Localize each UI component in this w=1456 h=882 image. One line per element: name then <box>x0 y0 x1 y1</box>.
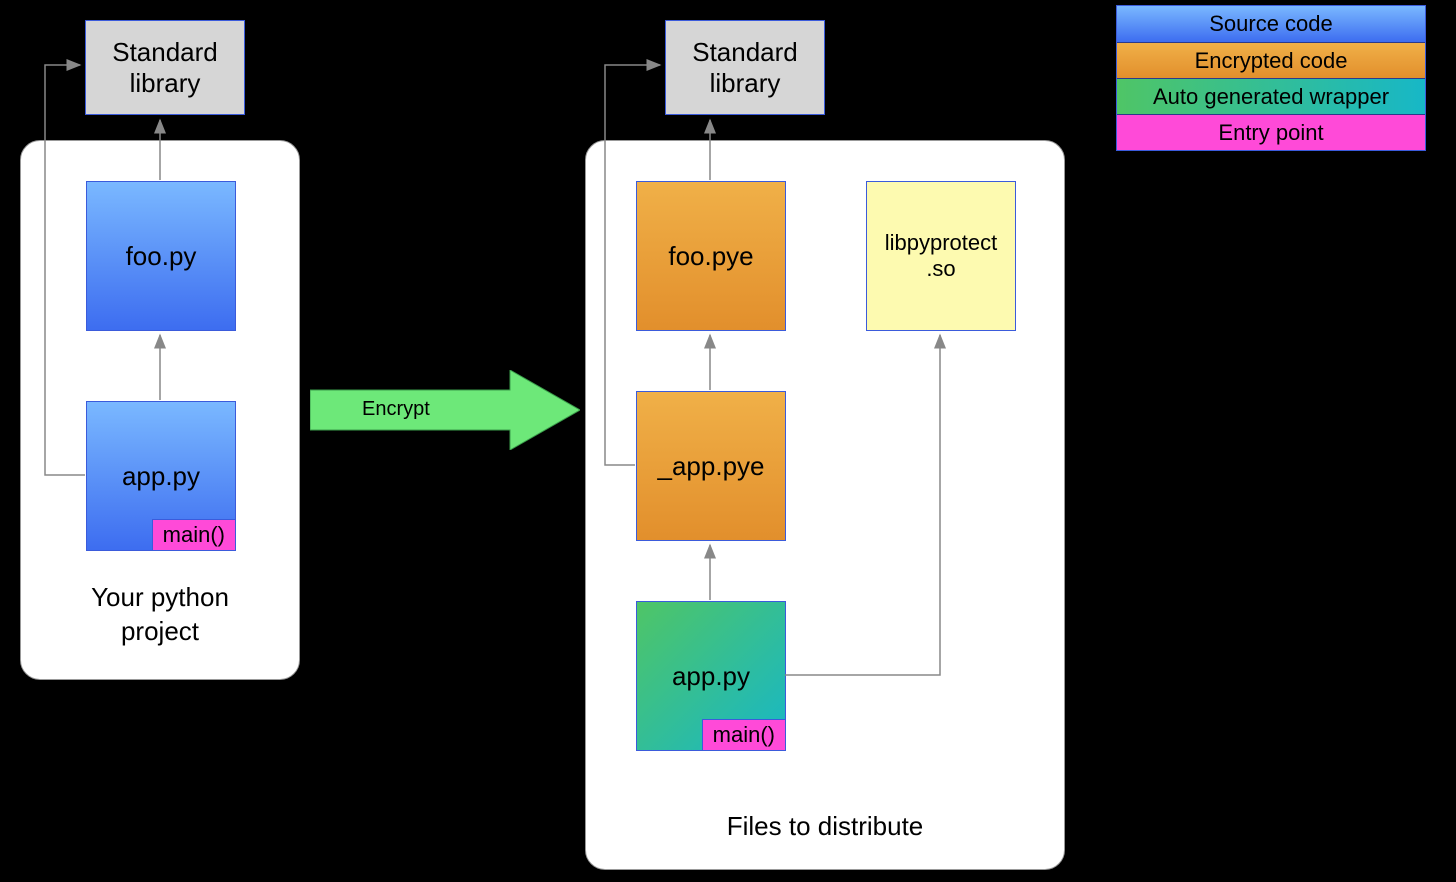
left-main-badge: main() <box>152 519 236 551</box>
left-app-box: app.py main() <box>86 401 236 551</box>
right-container: foo.pye _app.pye app.py main() libpyprot… <box>585 140 1065 870</box>
legend-source: Source code <box>1117 6 1425 42</box>
left-stdlib-box: Standardlibrary <box>85 20 245 115</box>
right-lib-box: libpyprotect .so <box>866 181 1016 331</box>
right-app-wrap-label: app.py <box>672 661 750 692</box>
right-caption: Files to distribute <box>586 810 1064 844</box>
left-foo-box: foo.py <box>86 181 236 331</box>
legend-entry: Entry point <box>1117 114 1425 150</box>
right-app-wrap-box: app.py main() <box>636 601 786 751</box>
encrypt-arrow: Encrypt <box>310 370 580 450</box>
right-foo-box: foo.pye <box>636 181 786 331</box>
left-container: foo.py app.py main() Your pythonproject <box>20 140 300 680</box>
legend-wrapper: Auto generated wrapper <box>1117 78 1425 114</box>
left-app-label: app.py <box>122 461 200 492</box>
right-main-badge: main() <box>702 719 786 751</box>
left-caption: Your pythonproject <box>21 581 299 649</box>
right-lib-label: libpyprotect .so <box>885 230 998 283</box>
legend-encrypted: Encrypted code <box>1117 42 1425 78</box>
right-app-enc-box: _app.pye <box>636 391 786 541</box>
legend: Source code Encrypted code Auto generate… <box>1116 5 1426 151</box>
right-stdlib-box: Standardlibrary <box>665 20 825 115</box>
encrypt-label: Encrypt <box>362 398 430 421</box>
